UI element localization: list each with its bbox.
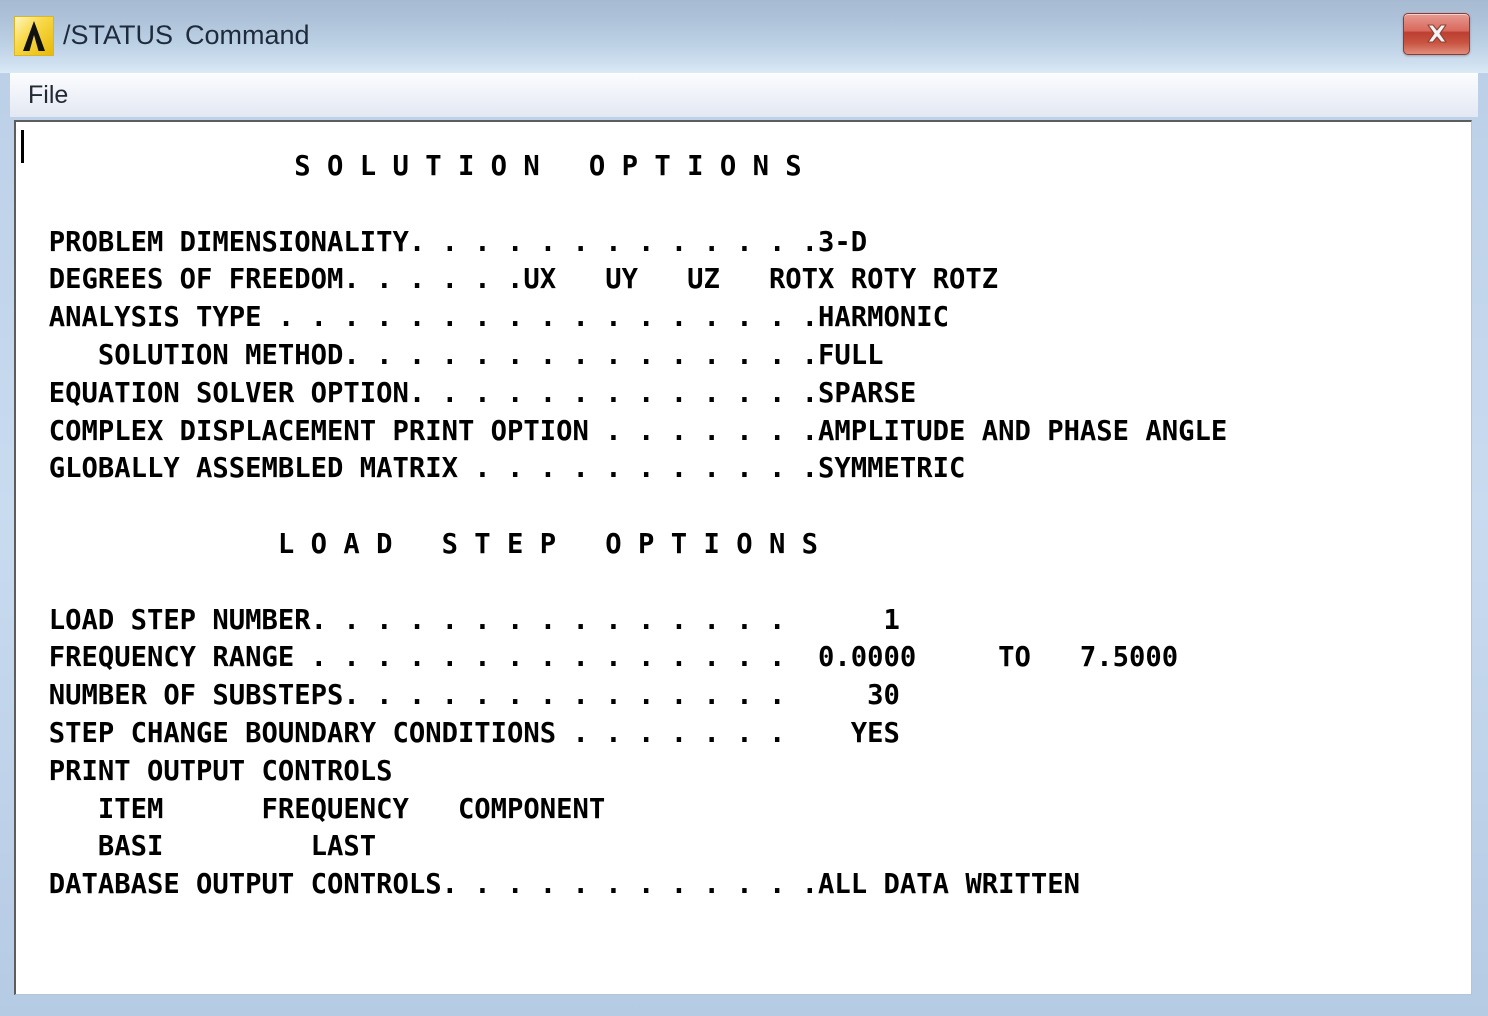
ansys-lambda-icon [14, 15, 54, 56]
status-output-text: S O L U T I O N O P T I O N S PROBLEM DI… [48, 151, 1228, 901]
window-title: /STATUS Command [63, 20, 310, 51]
window-title-suffix: Command [185, 20, 310, 50]
status-output-text-area[interactable]: S O L U T I O N O P T I O N S PROBLEM DI… [14, 120, 1472, 995]
close-x-icon [1426, 24, 1447, 43]
menu-bar: File [10, 73, 1478, 117]
title-bar: /STATUS Command [0, 0, 1488, 73]
close-button[interactable] [1403, 13, 1470, 55]
menu-item-file[interactable]: File [10, 83, 80, 108]
window-title-prefix: /STATUS [63, 20, 174, 50]
status-command-window: /STATUS Command File S O L U T I O N O P … [0, 0, 1488, 1016]
